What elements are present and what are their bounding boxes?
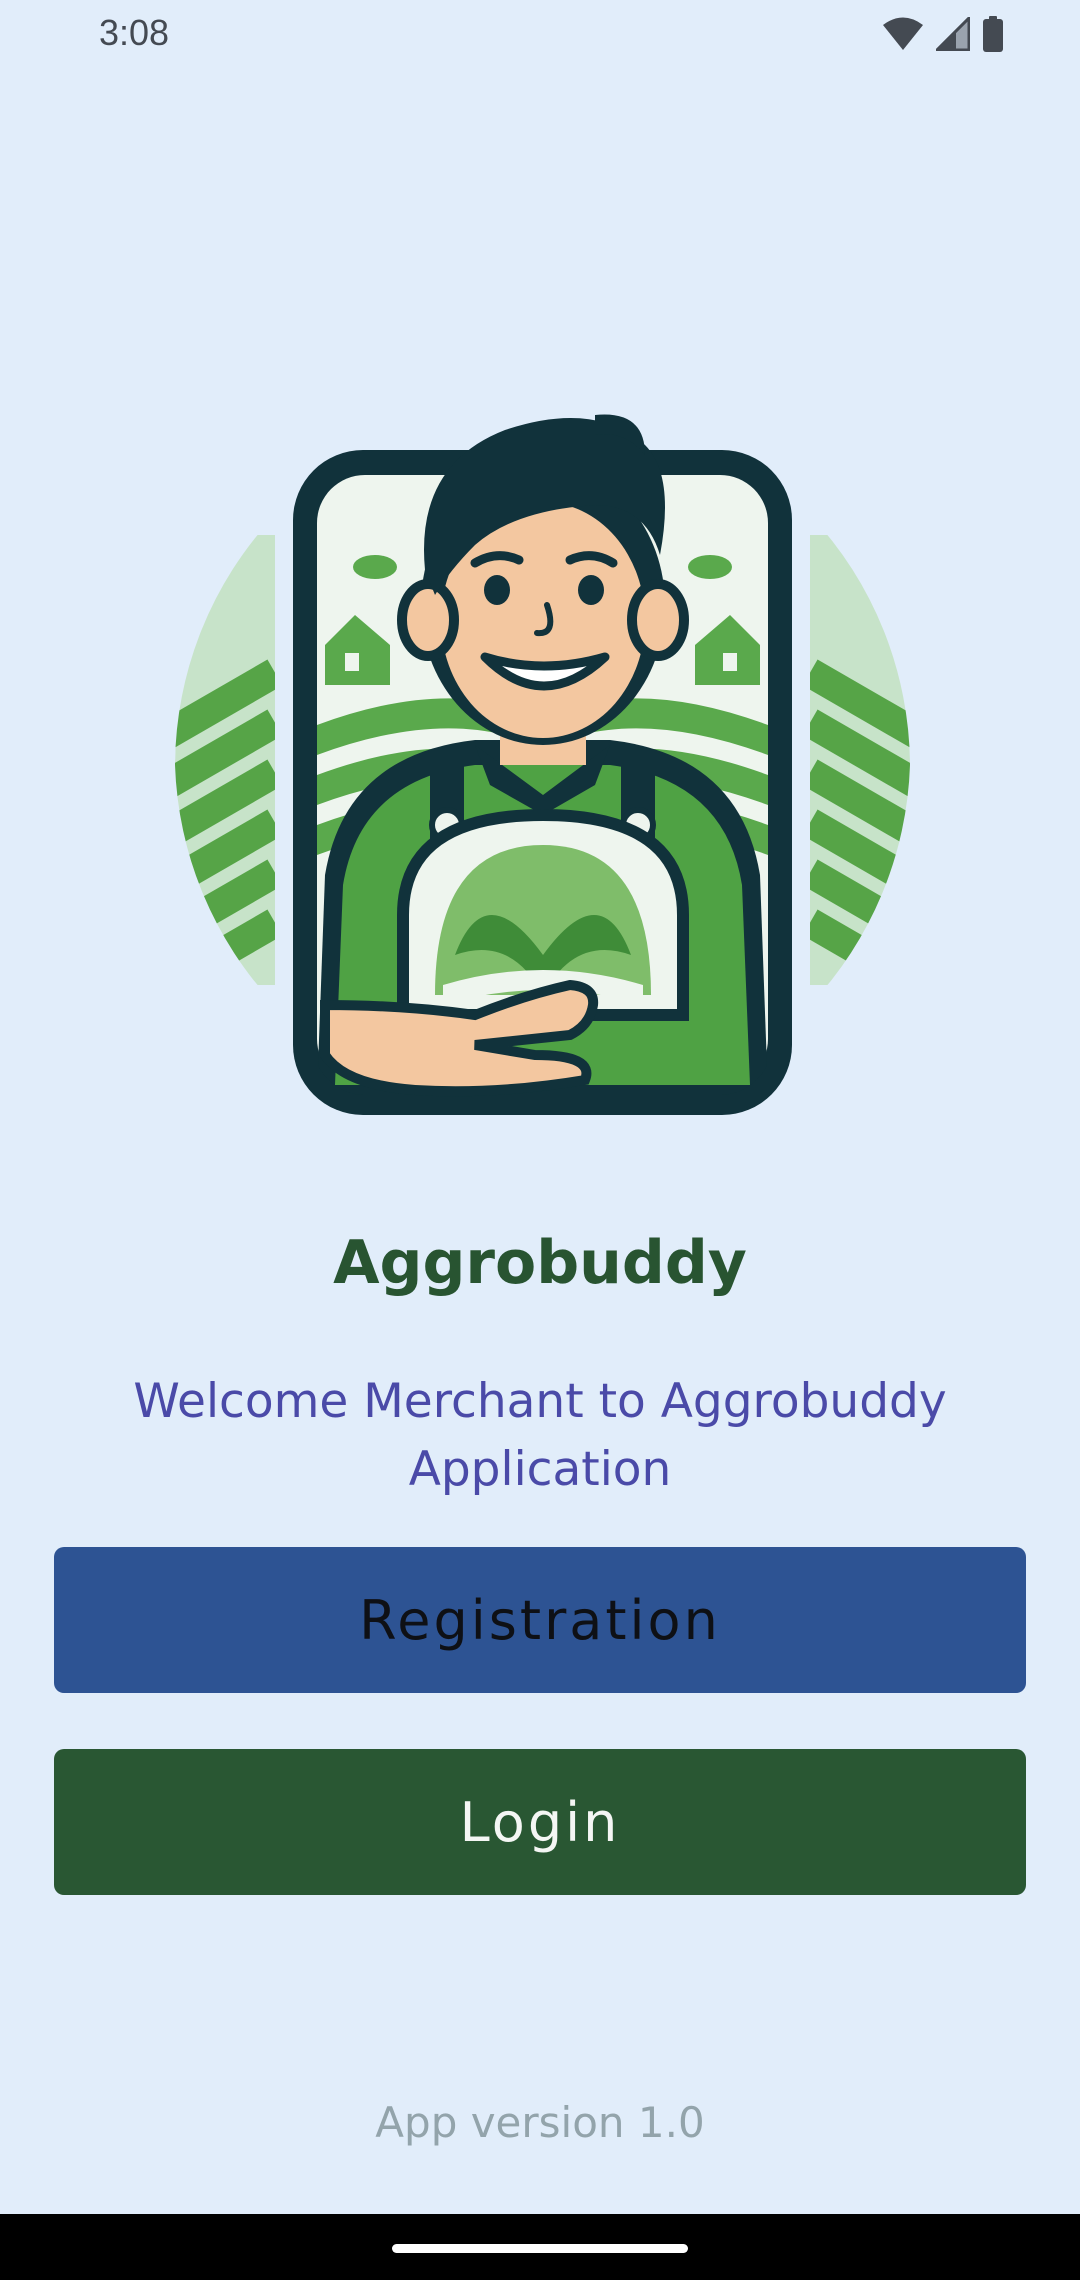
home-indicator[interactable] [392, 2244, 688, 2253]
status-icons [882, 14, 1004, 54]
app-title: Aggrobuddy [333, 1228, 747, 1298]
farmer-merchant-logo-icon [175, 395, 910, 1145]
battery-icon [982, 16, 1004, 52]
cellular-signal-icon [936, 17, 970, 51]
welcome-message: Welcome Merchant to Aggrobuddy Applicati… [133, 1374, 947, 1497]
app-version: App version 1.0 [375, 2098, 705, 2147]
status-time: 3:08 [99, 12, 170, 53]
system-navigation-bar [0, 2214, 1080, 2280]
welcome-screen: 3:08 Aggrobuddy Welcome Merchant to Aggr… [0, 0, 1080, 2280]
registration-button[interactable]: Registration [54, 1547, 1026, 1693]
login-button[interactable]: Login [54, 1749, 1026, 1895]
wifi-icon [882, 17, 924, 51]
status-bar: 3:08 [0, 0, 1080, 66]
